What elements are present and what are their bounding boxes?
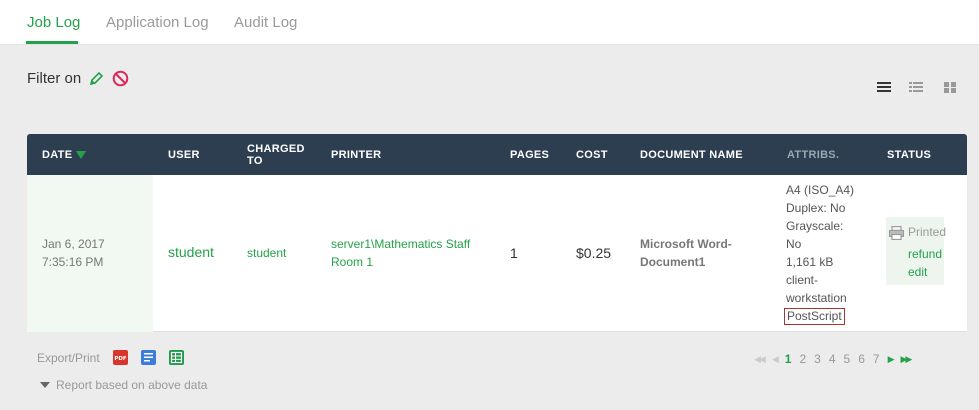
attrib-paper: A4 (ISO_A4)	[786, 183, 855, 197]
tab-job-log[interactable]: Job Log	[27, 14, 80, 31]
job-log-table: DATE USER CHARGED TO PRINTER PAGES COST …	[27, 134, 967, 332]
filter-bar: Filter on	[27, 70, 129, 87]
edit-link[interactable]: edit	[908, 263, 927, 281]
attrib-duplex: Duplex: No	[786, 201, 846, 215]
page-5[interactable]: 5	[844, 352, 851, 366]
page-7[interactable]: 7	[873, 352, 880, 366]
column-header-date[interactable]: DATE	[42, 134, 87, 175]
pages-value: 1	[510, 245, 518, 261]
table-header: DATE USER CHARGED TO PRINTER PAGES COST …	[27, 134, 967, 175]
pencil-icon[interactable]	[88, 70, 105, 87]
column-header-pages[interactable]: PAGES	[510, 134, 549, 175]
tab-audit-log[interactable]: Audit Log	[234, 14, 297, 31]
last-page-icon[interactable]: ▶▶	[901, 354, 913, 365]
attrib-grayscale-value: No	[786, 237, 802, 251]
svg-text:PDF: PDF	[114, 356, 127, 362]
status-cell: Printed refund edit	[886, 217, 947, 285]
page-3[interactable]: 3	[814, 352, 821, 366]
html-icon[interactable]	[140, 350, 156, 365]
page-2[interactable]: 2	[799, 352, 806, 366]
status-text: Printed	[908, 225, 947, 239]
active-tab-indicator	[26, 41, 78, 44]
page-1[interactable]: 1	[785, 352, 792, 366]
pagination: ◀◀ ◀ 1 2 3 4 5 6 7 ▶ ▶▶	[754, 352, 918, 366]
column-header-charged-to[interactable]: CHARGED TO	[247, 134, 307, 175]
page-4[interactable]: 4	[829, 352, 836, 366]
detail-view-icon[interactable]	[909, 81, 923, 94]
attrib-workstation: workstation	[786, 291, 847, 305]
csv-icon[interactable]	[168, 350, 184, 365]
sort-desc-icon	[76, 150, 87, 159]
next-page-icon[interactable]: ▶	[888, 354, 895, 365]
attrib-client: client-	[786, 273, 819, 287]
table-row: Jan 6, 2017 7:35:16 PM student student s…	[27, 175, 967, 332]
column-header-printer[interactable]: PRINTER	[331, 134, 381, 175]
tab-application-log[interactable]: Application Log	[106, 14, 209, 31]
job-date: Jan 6, 2017 7:35:16 PM	[42, 237, 105, 269]
list-view-icon[interactable]	[877, 81, 891, 94]
cost-value: $0.25	[576, 245, 612, 261]
refund-link[interactable]: refund	[908, 245, 942, 263]
printer-link[interactable]: server1\Mathematics Staff Room 1	[331, 235, 470, 271]
column-header-cost[interactable]: COST	[576, 134, 608, 175]
page-6[interactable]: 6	[858, 352, 865, 366]
column-header-status[interactable]: STATUS	[887, 134, 931, 175]
column-header-document-name[interactable]: DOCUMENT NAME	[640, 134, 743, 175]
prev-page-icon[interactable]: ◀	[772, 354, 779, 365]
pdf-icon[interactable]: PDF	[112, 350, 128, 365]
report-toggle[interactable]: Report based on above data	[40, 378, 207, 392]
clear-filter-icon[interactable]	[112, 70, 129, 87]
attribs-cell: A4 (ISO_A4) Duplex: No Grayscale: No 1,1…	[784, 181, 858, 325]
column-header-attribs: ATTRIBS.	[787, 148, 840, 161]
charged-to-link[interactable]: student	[247, 244, 286, 262]
attrib-language-highlighted: PostScript	[784, 308, 845, 325]
attrib-size: 1,161 kB	[786, 255, 834, 269]
export-bar: Export/Print PDF	[37, 350, 184, 365]
report-label: Report based on above data	[56, 378, 208, 392]
document-name: Microsoft Word- Document1	[640, 237, 732, 269]
column-header-user[interactable]: USER	[168, 134, 200, 175]
grid-view-icon[interactable]	[943, 81, 957, 94]
first-page-icon[interactable]: ◀◀	[754, 354, 766, 365]
user-link[interactable]: student	[168, 243, 214, 261]
attrib-grayscale: Grayscale:	[786, 219, 844, 233]
tab-bar: Job Log Application Log Audit Log	[0, 0, 979, 45]
filter-label: Filter on	[27, 70, 82, 87]
export-label: Export/Print	[37, 350, 100, 365]
printer-icon	[889, 225, 904, 241]
caret-down-icon	[40, 382, 50, 388]
